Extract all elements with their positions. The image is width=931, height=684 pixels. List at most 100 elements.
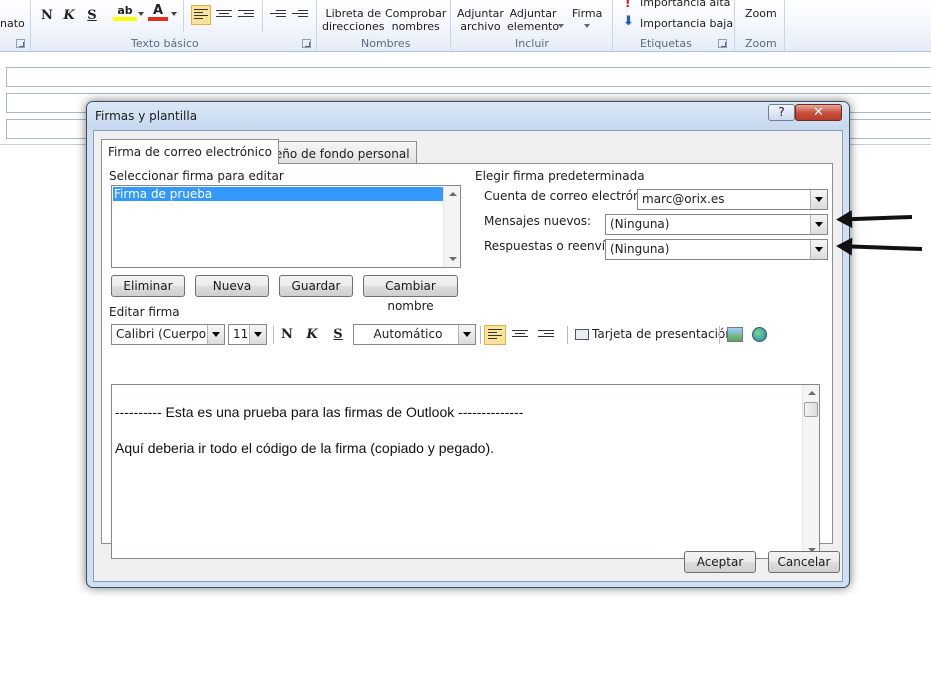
ribbon-separator: [183, 0, 184, 32]
chevron-down-icon[interactable]: [249, 325, 266, 344]
check-names-button[interactable]: Comprobar nombres: [385, 7, 446, 33]
align-left-icon[interactable]: [191, 5, 211, 25]
align-left-icon[interactable]: [484, 325, 506, 345]
editor-scrollbar[interactable]: [802, 385, 819, 558]
italic-button[interactable]: K: [301, 324, 323, 345]
signature-button[interactable]: Firma: [572, 7, 602, 20]
group-label-include: Incluir: [515, 37, 549, 50]
account-value: marc@orix.es: [642, 192, 725, 206]
insert-picture-icon[interactable]: [727, 327, 743, 342]
align-right-icon[interactable]: [538, 328, 554, 342]
font-size-value: 11: [233, 327, 249, 341]
font-size-select[interactable]: 11: [228, 324, 267, 345]
chevron-down-icon[interactable]: [810, 240, 827, 259]
chevron-down-icon[interactable]: [584, 24, 590, 28]
new-messages-value: (Ninguna): [610, 217, 670, 231]
low-importance-button[interactable]: Importancia baja: [640, 17, 733, 30]
toolbar-separator: [480, 326, 481, 344]
chevron-down-icon[interactable]: [458, 325, 475, 344]
ribbon-separator: [262, 0, 263, 32]
attach-item-button[interactable]: Adjuntar elemento: [507, 7, 559, 33]
signature-editor[interactable]: ---------- Esta es una prueba para las f…: [111, 384, 820, 559]
underline-button[interactable]: S: [83, 5, 101, 25]
font-select[interactable]: Calibri (Cuerpo): [111, 324, 225, 345]
account-select[interactable]: marc@orix.es: [637, 189, 828, 210]
list-scrollbar[interactable]: [443, 186, 460, 267]
bold-button[interactable]: N: [276, 324, 298, 345]
align-right-icon[interactable]: [238, 8, 254, 22]
tab-label: Firma de correo electrónico: [108, 145, 272, 159]
close-button[interactable]: ✕: [795, 104, 842, 121]
tab-page: Seleccionar firma para editar Firma de p…: [101, 163, 833, 559]
chevron-down-icon[interactable]: [810, 215, 827, 234]
scroll-up-icon[interactable]: [449, 192, 457, 196]
scroll-down-icon[interactable]: [449, 257, 457, 261]
scroll-thumb[interactable]: [804, 402, 818, 417]
format-toolbar: Calibri (Cuerpo) 11 N K S Automático Tar…: [111, 324, 811, 346]
high-importance-icon: !: [625, 0, 631, 10]
button-label: Eliminar: [123, 279, 173, 293]
underline-button[interactable]: S: [327, 324, 349, 345]
group-label-tags: Etiquetas: [640, 37, 692, 50]
account-label: Cuenta de correo electrónico:: [484, 189, 662, 203]
list-item[interactable]: Firma de prueba: [113, 187, 443, 201]
zoom-button[interactable]: Zoom: [745, 7, 777, 20]
editor-line-1: ---------- Esta es una prueba para las f…: [115, 404, 524, 420]
chevron-down-icon[interactable]: [810, 190, 827, 209]
dialog-titlebar[interactable]: Firmas y plantilla ? ✕: [87, 102, 849, 130]
address-book-button[interactable]: Libreta de direcciones: [322, 7, 384, 33]
hyperlink-icon[interactable]: [752, 327, 767, 342]
font-color-select[interactable]: Automático: [353, 324, 476, 345]
format-cut-label[interactable]: nato: [0, 17, 25, 30]
save-button[interactable]: Guardar: [279, 275, 353, 297]
dialog-title: Firmas y plantilla: [95, 109, 198, 123]
chevron-down-icon[interactable]: [558, 24, 564, 28]
business-card-icon[interactable]: [575, 329, 589, 340]
new-button[interactable]: Nueva: [195, 275, 269, 297]
rename-button[interactable]: Cambiar nombre: [363, 275, 458, 313]
decrease-indent-icon[interactable]: [270, 8, 286, 22]
replies-value: (Ninguna): [610, 242, 670, 256]
toolbar-separator: [567, 326, 568, 344]
ribbon-separator: [612, 0, 613, 50]
to-field[interactable]: [6, 67, 931, 87]
edit-signature-heading: Editar firma: [109, 305, 180, 319]
dialog-launcher-icon[interactable]: [16, 39, 25, 48]
scroll-up-icon[interactable]: [808, 391, 816, 395]
align-center-icon[interactable]: [216, 8, 232, 22]
chevron-down-icon[interactable]: [207, 325, 224, 344]
chevron-down-icon[interactable]: [138, 12, 144, 16]
business-card-button[interactable]: Tarjeta de presentación: [592, 327, 733, 341]
button-label: Cancelar: [777, 555, 831, 569]
high-importance-button[interactable]: Importancia alta: [640, 0, 730, 9]
annotation-arrow-icon: [847, 244, 923, 251]
align-center-icon[interactable]: [512, 328, 528, 342]
default-signature-heading: Elegir firma predeterminada: [475, 169, 645, 183]
group-label-basic-text: Texto básico: [131, 37, 199, 50]
help-button[interactable]: ?: [768, 104, 795, 121]
increase-indent-icon[interactable]: [292, 8, 308, 22]
delete-button[interactable]: Eliminar: [111, 275, 185, 297]
signature-list[interactable]: Firma de prueba: [111, 185, 461, 268]
ok-button[interactable]: Aceptar: [684, 551, 756, 573]
font-value: Calibri (Cuerpo): [116, 327, 211, 341]
replies-select[interactable]: (Ninguna): [605, 239, 828, 260]
font-color-icon[interactable]: A: [148, 3, 168, 21]
tab-label: Diseño de fondo personal: [256, 147, 410, 161]
tab-email-signature[interactable]: Firma de correo electrónico: [101, 139, 279, 164]
dialog-launcher-icon[interactable]: [718, 39, 727, 48]
bold-button[interactable]: N: [38, 5, 56, 25]
low-importance-icon: ⬇: [623, 14, 634, 29]
italic-button[interactable]: K: [60, 5, 78, 25]
attach-file-button[interactable]: Adjuntar archivo: [457, 7, 504, 33]
highlight-icon[interactable]: ab: [113, 3, 137, 21]
annotation-arrow-icon: [847, 215, 913, 222]
toolbar-separator: [719, 326, 720, 344]
chevron-down-icon[interactable]: [171, 12, 177, 16]
replies-label: Respuestas o reenvíos:: [484, 239, 623, 253]
ribbon-separator: [30, 0, 31, 50]
cancel-button[interactable]: Cancelar: [768, 551, 840, 573]
ribbon-separator: [784, 0, 785, 50]
dialog-launcher-icon[interactable]: [302, 39, 311, 48]
new-messages-select[interactable]: (Ninguna): [605, 214, 828, 235]
